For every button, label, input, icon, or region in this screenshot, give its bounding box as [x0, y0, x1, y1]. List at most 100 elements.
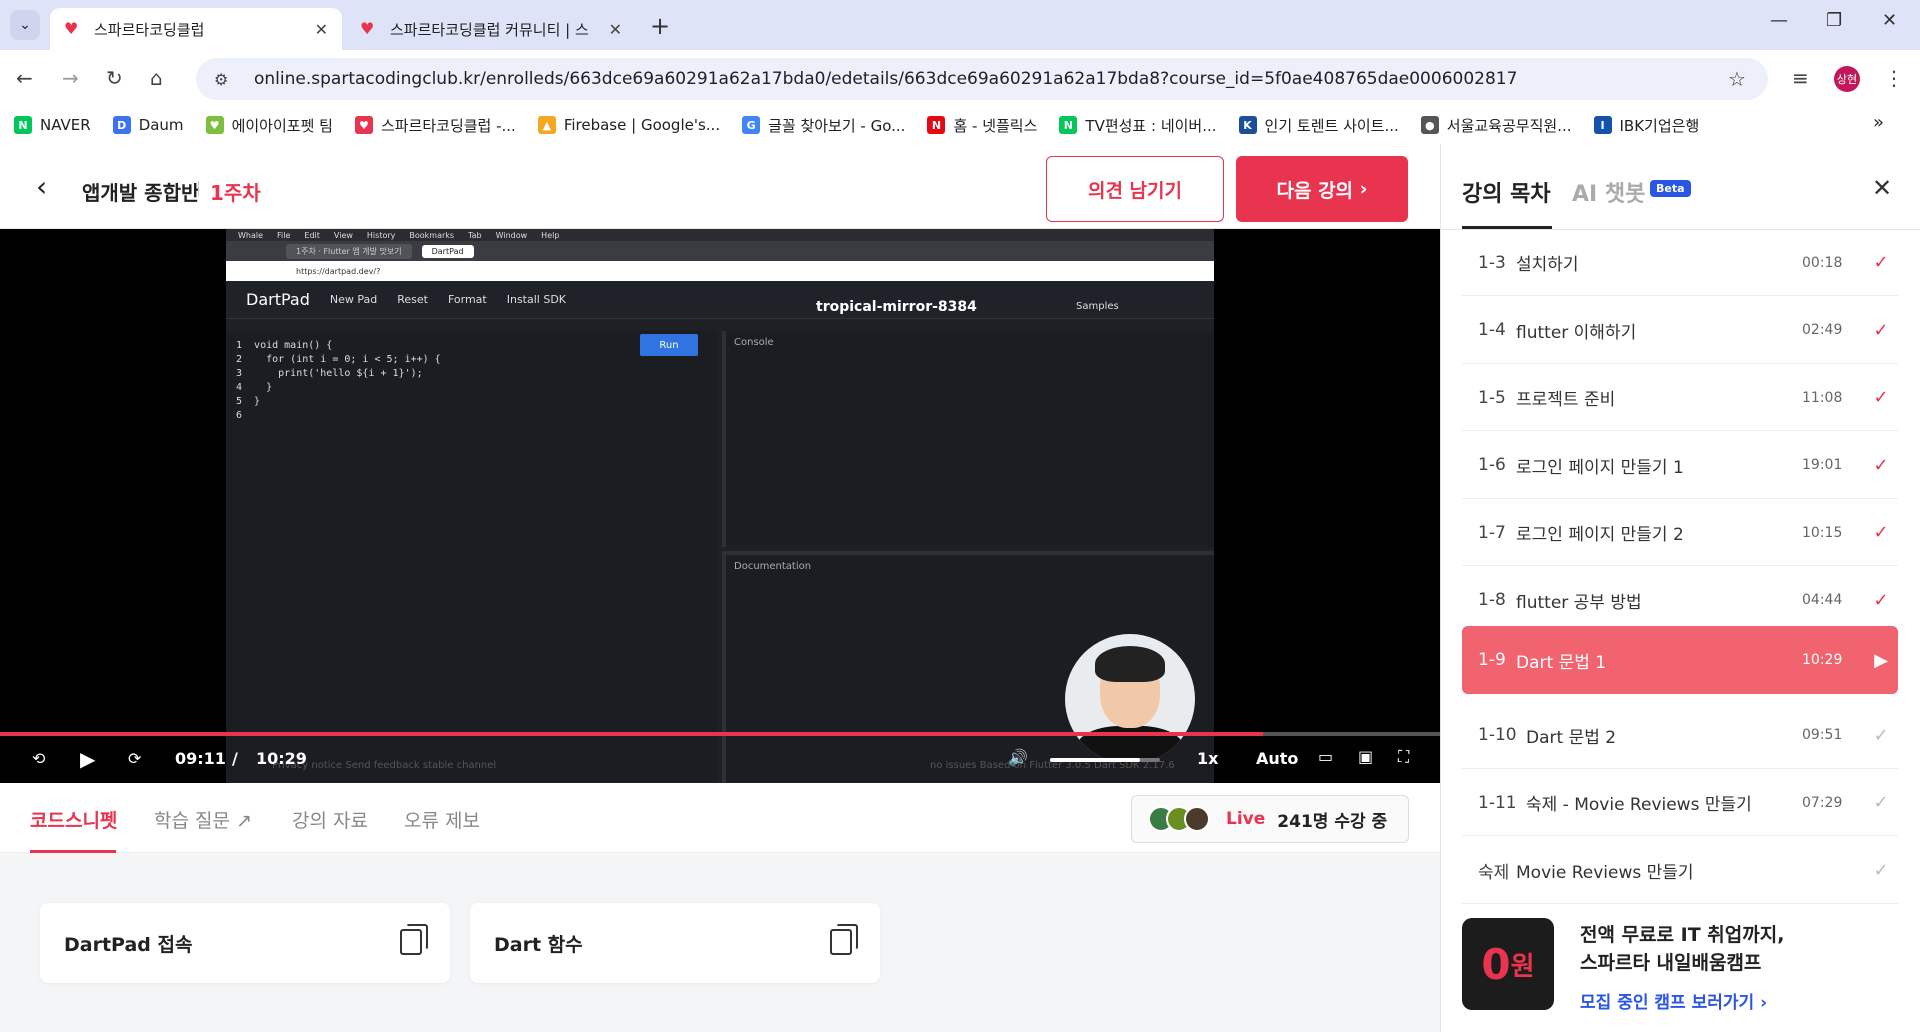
minimize-icon[interactable]: — [1770, 10, 1788, 31]
tab-materials[interactable]: 강의 자료 [292, 806, 368, 833]
check-icon: ✓ [1873, 252, 1889, 273]
lesson-item[interactable]: 1-6 로그인 페이지 만들기 1 19:01 ✓ [1462, 433, 1898, 499]
next-lecture-button[interactable]: 다음 강의 › [1236, 156, 1408, 222]
theater-mode-icon[interactable]: ▣ [1358, 747, 1373, 766]
lesson-duration: 00:18 [1802, 254, 1843, 271]
total-time: 10:29 [256, 749, 307, 768]
bookmark-item[interactable]: G 글꼴 찾아보기 - Go... [742, 115, 905, 136]
bookmark-item[interactable]: ♥ 스파르타코딩클럽 -... [354, 115, 516, 136]
copy-icon[interactable] [400, 924, 428, 955]
lesson-item[interactable]: 1-4 flutter 이해하기 02:49 ✓ [1462, 298, 1898, 364]
tab-ai-chatbot[interactable]: AI 챗봇 [1572, 176, 1645, 208]
tab-report-error[interactable]: 오류 제보 [404, 806, 480, 833]
lesson-title: 설치하기 [1516, 255, 1579, 275]
bookmark-item[interactable]: ♥ 에이아이포펫 팀 [205, 115, 333, 136]
bookmark-item[interactable]: ● 서울교육공무직원... [1420, 115, 1572, 136]
copy-icon[interactable] [830, 924, 858, 955]
mac-menu-item: View [333, 230, 353, 240]
back-icon[interactable]: ← [16, 66, 33, 90]
bookmark-item[interactable]: D Daum [112, 116, 184, 134]
browser-tab-inactive[interactable]: ♥ 스파르타코딩클럽 커뮤니티 | 스 ✕ [346, 8, 636, 50]
code-editor: 1 void main() { 2 for (int i = 0; i < 5;… [226, 331, 717, 783]
close-window-icon[interactable]: ✕ [1882, 10, 1897, 31]
lesson-number: 1-10 [1478, 725, 1517, 745]
mac-browser-tabs: 1주차 · Flutter 앱 개발 맛보기 DartPad [226, 241, 1214, 261]
lesson-title: 로그인 페이지 만들기 1 [1516, 457, 1684, 478]
lesson-number: 1-7 [1478, 522, 1506, 543]
bookmark-label: 에이아이포펫 팀 [231, 116, 333, 135]
fullscreen-icon[interactable]: ⛶ [1398, 747, 1409, 767]
tab-curriculum[interactable]: 강의 목차 [1462, 176, 1551, 208]
promo-line-2: 스파르타 내일배움캠프 [1580, 952, 1762, 974]
rewind-10-icon[interactable]: ⟲ [32, 749, 45, 768]
week-label: 1주차 [210, 181, 261, 205]
promo-logo-zero: 0 [1481, 939, 1511, 989]
browser-tab-active[interactable]: ♥ 스파르타코딩클럽 ✕ [50, 8, 342, 50]
lesson-title: Dart 문법 2 [1526, 727, 1617, 748]
viewer-avatar [1184, 806, 1210, 832]
tab-questions[interactable]: 학습 질문 ↗ [154, 806, 252, 833]
bookmarks-overflow-icon[interactable]: » [1873, 112, 1884, 133]
snippet-card[interactable]: DartPad 접속 [40, 903, 450, 983]
video-player[interactable]: Whale File Edit View History Bookmarks Tab Wind… [0, 229, 1440, 783]
mac-menubar: Whale File Edit View History Bookmarks Tab Wind… [226, 229, 1214, 241]
header-divider [198, 181, 199, 197]
tab-search-icon[interactable]: ⌄ [10, 10, 40, 40]
console-panel: Console [722, 331, 1214, 547]
lesson-item[interactable]: 1-11 숙제 - Movie Reviews 만들기 07:29 ✓ [1462, 770, 1898, 836]
bookmark-star-icon[interactable]: ☆ [1728, 67, 1768, 91]
speed-button[interactable]: 1x [1197, 749, 1218, 768]
quality-button[interactable]: Auto [1256, 749, 1298, 768]
tab-code-snippets[interactable]: 코드스니펫 [30, 806, 117, 833]
lesson-number: 1-8 [1478, 590, 1506, 610]
lesson-item[interactable]: 1-3 설치하기 00:18 ✓ [1462, 230, 1898, 296]
reload-icon[interactable]: ↻ [106, 66, 123, 90]
bookmark-item[interactable]: N TV편성표 : 네이버... [1059, 115, 1217, 136]
bookmark-label: NAVER [40, 116, 91, 134]
url-text[interactable]: online.spartacodingclub.kr/enrolleds/663… [254, 69, 1728, 89]
lesson-item[interactable]: 1-9 Dart 문법 1 10:29 ▶ [1462, 626, 1898, 694]
bookmark-item[interactable]: I IBK기업은행 [1593, 115, 1699, 136]
lesson-item[interactable]: 1-8 flutter 공부 방법 04:44 ✓ [1462, 568, 1898, 634]
play-icon[interactable]: ▶ [80, 747, 95, 771]
bookmark-favicon-icon: G [742, 116, 761, 134]
close-tab-icon[interactable]: ✕ [315, 20, 328, 39]
bookmark-item[interactable]: N 홈 - 넷플릭스 [927, 115, 1037, 136]
forward-10-icon[interactable]: ⟳ [128, 749, 141, 768]
volume-icon[interactable]: 🔊 [1008, 748, 1028, 767]
lesson-item[interactable]: 숙제 Movie Reviews 만들기 ✓ [1462, 838, 1898, 904]
close-sidebar-icon[interactable]: ✕ [1872, 174, 1892, 202]
promo-link[interactable]: 모집 중인 캠프 보러가기 › [1580, 988, 1767, 1013]
check-icon: ✓ [1873, 792, 1889, 813]
lesson-item[interactable]: 1-7 로그인 페이지 만들기 2 10:15 ✓ [1462, 500, 1898, 566]
live-viewers-badge: Live 241명 수강 중 [1131, 795, 1409, 843]
maximize-icon[interactable]: ❐ [1826, 10, 1842, 31]
snippet-card[interactable]: Dart 함수 [470, 903, 880, 983]
lesson-duration: 09:51 [1802, 727, 1843, 743]
close-tab-icon[interactable]: ✕ [609, 20, 622, 39]
dartpad-run: Run [640, 334, 698, 356]
dp-action: Format [447, 293, 487, 306]
lesson-duration: 04:44 [1802, 592, 1843, 608]
home-icon[interactable]: ⌂ [150, 66, 163, 90]
bookmark-item[interactable]: N NAVER [14, 116, 91, 134]
bookmark-item[interactable]: ▲ Firebase | Google's... [537, 116, 720, 134]
leave-feedback-button[interactable]: 의견 남기기 [1046, 156, 1224, 222]
profile-avatar[interactable]: 상현 [1834, 66, 1860, 92]
address-bar[interactable]: ⚙ online.spartacodingclub.kr/enrolleds/6… [196, 58, 1768, 100]
snippet-title: DartPad 접속 [64, 933, 193, 956]
check-icon: ✓ [1873, 454, 1889, 476]
forward-icon[interactable]: → [62, 66, 79, 90]
lesson-item[interactable]: 1-5 프로젝트 준비 11:08 ✓ [1462, 365, 1898, 431]
site-info-icon[interactable]: ⚙ [214, 70, 240, 89]
bookmark-item[interactable]: K 인기 토렌트 사이트... [1238, 115, 1399, 136]
new-tab-icon[interactable]: + [650, 12, 670, 40]
subtitles-icon[interactable]: ▭ [1318, 747, 1333, 766]
browser-menu-icon[interactable]: ⋮ [1884, 66, 1904, 90]
back-chevron-icon[interactable]: ‹ [36, 170, 47, 203]
lesson-item[interactable]: 1-10 Dart 문법 2 09:51 ✓ [1462, 703, 1898, 769]
next-lecture-label: 다음 강의 [1276, 179, 1354, 202]
bookmarks-bar: N NAVER D Daum ♥ 에이아이포펫 팀 ♥ 스파르타코딩클럽 -... ▲ Fireb… [0, 106, 1920, 144]
bookmark-favicon-icon: ♥ [354, 116, 373, 134]
media-control-icon[interactable]: ≡ [1792, 66, 1809, 90]
